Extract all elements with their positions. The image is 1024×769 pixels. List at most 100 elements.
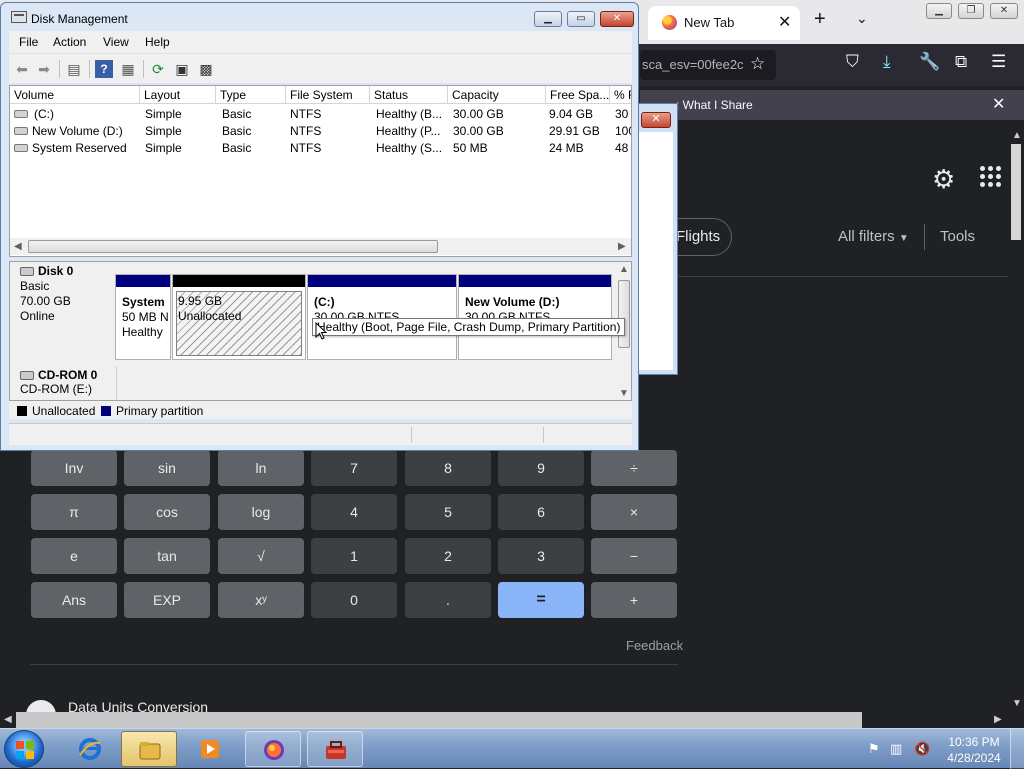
calc-key-0-3[interactable]: 7 — [311, 450, 397, 486]
calc-key-3-2[interactable]: xʸ — [218, 582, 304, 618]
bookmark-star-icon[interactable]: ☆ — [750, 54, 765, 74]
calc-key-0-1[interactable]: sin — [124, 450, 210, 486]
scroll-thumb[interactable] — [1011, 144, 1021, 240]
google-apps-icon[interactable] — [980, 166, 1002, 188]
column-header-percent-free[interactable]: % F — [610, 86, 631, 104]
scroll-down-icon[interactable]: ▼ — [1012, 698, 1022, 709]
calc-key-1-0[interactable]: π — [31, 494, 117, 530]
scroll-right-icon[interactable]: ▶ — [618, 241, 626, 252]
settings-gear-icon[interactable]: ⚙ — [932, 164, 955, 195]
tools-button[interactable]: Tools — [940, 228, 975, 245]
scroll-left-icon[interactable]: ◀ — [4, 714, 12, 725]
forward-icon[interactable]: ➡ — [35, 60, 53, 78]
calc-key-2-1[interactable]: tan — [124, 538, 210, 574]
title-bar[interactable]: Disk Management ▁ ▭ ✕ — [1, 3, 638, 31]
column-header-volume[interactable]: Volume — [10, 86, 140, 104]
calc-key-1-3[interactable]: 4 — [311, 494, 397, 530]
show-hide-action-pane-icon[interactable]: ▦ — [119, 60, 137, 78]
column-header-layout[interactable]: Layout — [140, 86, 216, 104]
minimize-button[interactable]: ▁ — [534, 11, 562, 27]
calc-key-2-4[interactable]: 2 — [405, 538, 491, 574]
partition-system-reserved[interactable]: System 50 MB N Healthy — [115, 274, 171, 360]
calc-key-1-4[interactable]: 5 — [405, 494, 491, 530]
close-button[interactable]: ✕ — [600, 11, 634, 27]
show-hide-console-tree-icon[interactable]: ▤ — [65, 60, 83, 78]
calc-key-1-5[interactable]: 6 — [498, 494, 584, 530]
help-icon[interactable]: ? — [95, 60, 113, 78]
menu-file[interactable]: File — [19, 35, 38, 49]
notification-close-icon[interactable]: ✕ — [992, 94, 1005, 114]
new-tab-icon[interactable]: + — [814, 8, 826, 31]
menu-view[interactable]: View — [103, 35, 129, 49]
calc-key-2-3[interactable]: 1 — [311, 538, 397, 574]
browser-vertical-scrollbar[interactable]: ▲ ▼ — [1008, 130, 1024, 712]
cdrom-0-row[interactable]: CD-ROM 0 CD-ROM (E:) — [12, 366, 631, 400]
partition-unallocated[interactable]: 9.95 GB Unallocated — [172, 274, 306, 360]
calc-key-3-3[interactable]: 0 — [311, 582, 397, 618]
column-header-free-space[interactable]: Free Spa... — [546, 86, 610, 104]
column-header-capacity[interactable]: Capacity — [448, 86, 546, 104]
clock-time[interactable]: 10:36 PM — [946, 735, 1002, 749]
calc-key-0-6[interactable]: ÷ — [591, 450, 677, 486]
partition-c[interactable]: (C:) 30.00 GB NTFS — [307, 274, 457, 360]
volume-muted-icon[interactable]: 🔇 — [914, 741, 930, 757]
rescan-disks-icon[interactable]: ▩ — [197, 60, 215, 78]
browser-restore-button[interactable]: ❐ — [958, 3, 984, 19]
start-button[interactable] — [4, 730, 44, 768]
calc-key-0-5[interactable]: 9 — [498, 450, 584, 486]
feedback-link[interactable]: Feedback — [626, 638, 683, 653]
pocket-icon[interactable]: ⛉ — [846, 52, 859, 72]
network-icon[interactable]: ▥ — [890, 741, 902, 757]
list-tabs-icon[interactable]: ⌄ — [856, 10, 868, 27]
wrench-icon[interactable]: 🔧 — [919, 52, 940, 72]
menu-action[interactable]: Action — [53, 35, 86, 49]
downloads-icon[interactable]: ⤓ — [883, 52, 891, 72]
partition-new-volume-d[interactable]: New Volume (D:) 30.00 GB NTFS — [458, 274, 612, 360]
disk-0-label[interactable]: Disk 0 Basic 70.00 GB Online — [12, 262, 112, 358]
scroll-thumb[interactable] — [618, 280, 630, 348]
volume-list-horizontal-scrollbar[interactable]: ◀ ▶ — [10, 238, 631, 255]
browser-close-button[interactable]: ✕ — [990, 3, 1018, 19]
show-desktop-button[interactable] — [1010, 729, 1024, 769]
menu-icon[interactable]: ☰ — [991, 52, 1006, 72]
back-icon[interactable]: ⬅ — [13, 60, 31, 78]
calc-key-0-4[interactable]: 8 — [405, 450, 491, 486]
taskbar-file-explorer[interactable] — [121, 731, 177, 767]
calc-key-2-0[interactable]: e — [31, 538, 117, 574]
background-window-close-button[interactable]: ✕ — [641, 112, 671, 128]
calc-key-2-2[interactable]: √ — [218, 538, 304, 574]
taskbar-disk-management[interactable] — [307, 731, 363, 767]
action-center-flag-icon[interactable]: ⚑ — [868, 741, 880, 757]
scroll-thumb[interactable] — [28, 240, 438, 253]
column-header-type[interactable]: Type — [216, 86, 286, 104]
taskbar-media-player[interactable] — [182, 731, 238, 767]
table-row[interactable]: (C:) Simple Basic NTFS Healthy (B... 30.… — [10, 106, 631, 123]
calc-key-1-6[interactable]: × — [591, 494, 677, 530]
column-header-file-system[interactable]: File System — [286, 86, 370, 104]
calc-key-2-6[interactable]: − — [591, 538, 677, 574]
scroll-left-icon[interactable]: ◀ — [14, 241, 22, 252]
scroll-right-icon[interactable]: ▶ — [994, 714, 1002, 725]
calc-key-3-6[interactable]: + — [591, 582, 677, 618]
taskbar-firefox[interactable] — [245, 731, 301, 767]
calc-key-3-5[interactable]: = — [498, 582, 584, 618]
calc-key-1-1[interactable]: cos — [124, 494, 210, 530]
browser-minimize-button[interactable]: ▁ — [926, 3, 952, 19]
calc-key-3-1[interactable]: EXP — [124, 582, 210, 618]
column-header-status[interactable]: Status — [370, 86, 448, 104]
menu-help[interactable]: Help — [145, 35, 170, 49]
clock-date[interactable]: 4/28/2024 — [946, 751, 1002, 765]
scroll-down-icon[interactable]: ▼ — [619, 388, 629, 399]
properties-icon[interactable]: ▣ — [173, 60, 191, 78]
url-bar[interactable]: sca_esv=00fee2c ☆ — [640, 50, 776, 80]
scroll-up-icon[interactable]: ▲ — [1012, 130, 1022, 141]
taskbar-internet-explorer[interactable] — [62, 731, 118, 767]
calc-key-3-4[interactable]: . — [405, 582, 491, 618]
refresh-icon[interactable]: ⟳ — [149, 60, 167, 78]
close-tab-icon[interactable]: ✕ — [778, 12, 791, 32]
scroll-thumb[interactable] — [16, 712, 862, 728]
browser-horizontal-scrollbar[interactable]: ◀ ▶ — [0, 712, 1008, 728]
scroll-up-icon[interactable]: ▲ — [619, 264, 629, 275]
browser-tab-new-tab[interactable]: New Tab ✕ — [648, 6, 800, 40]
table-row[interactable]: System Reserved Simple Basic NTFS Health… — [10, 140, 631, 157]
